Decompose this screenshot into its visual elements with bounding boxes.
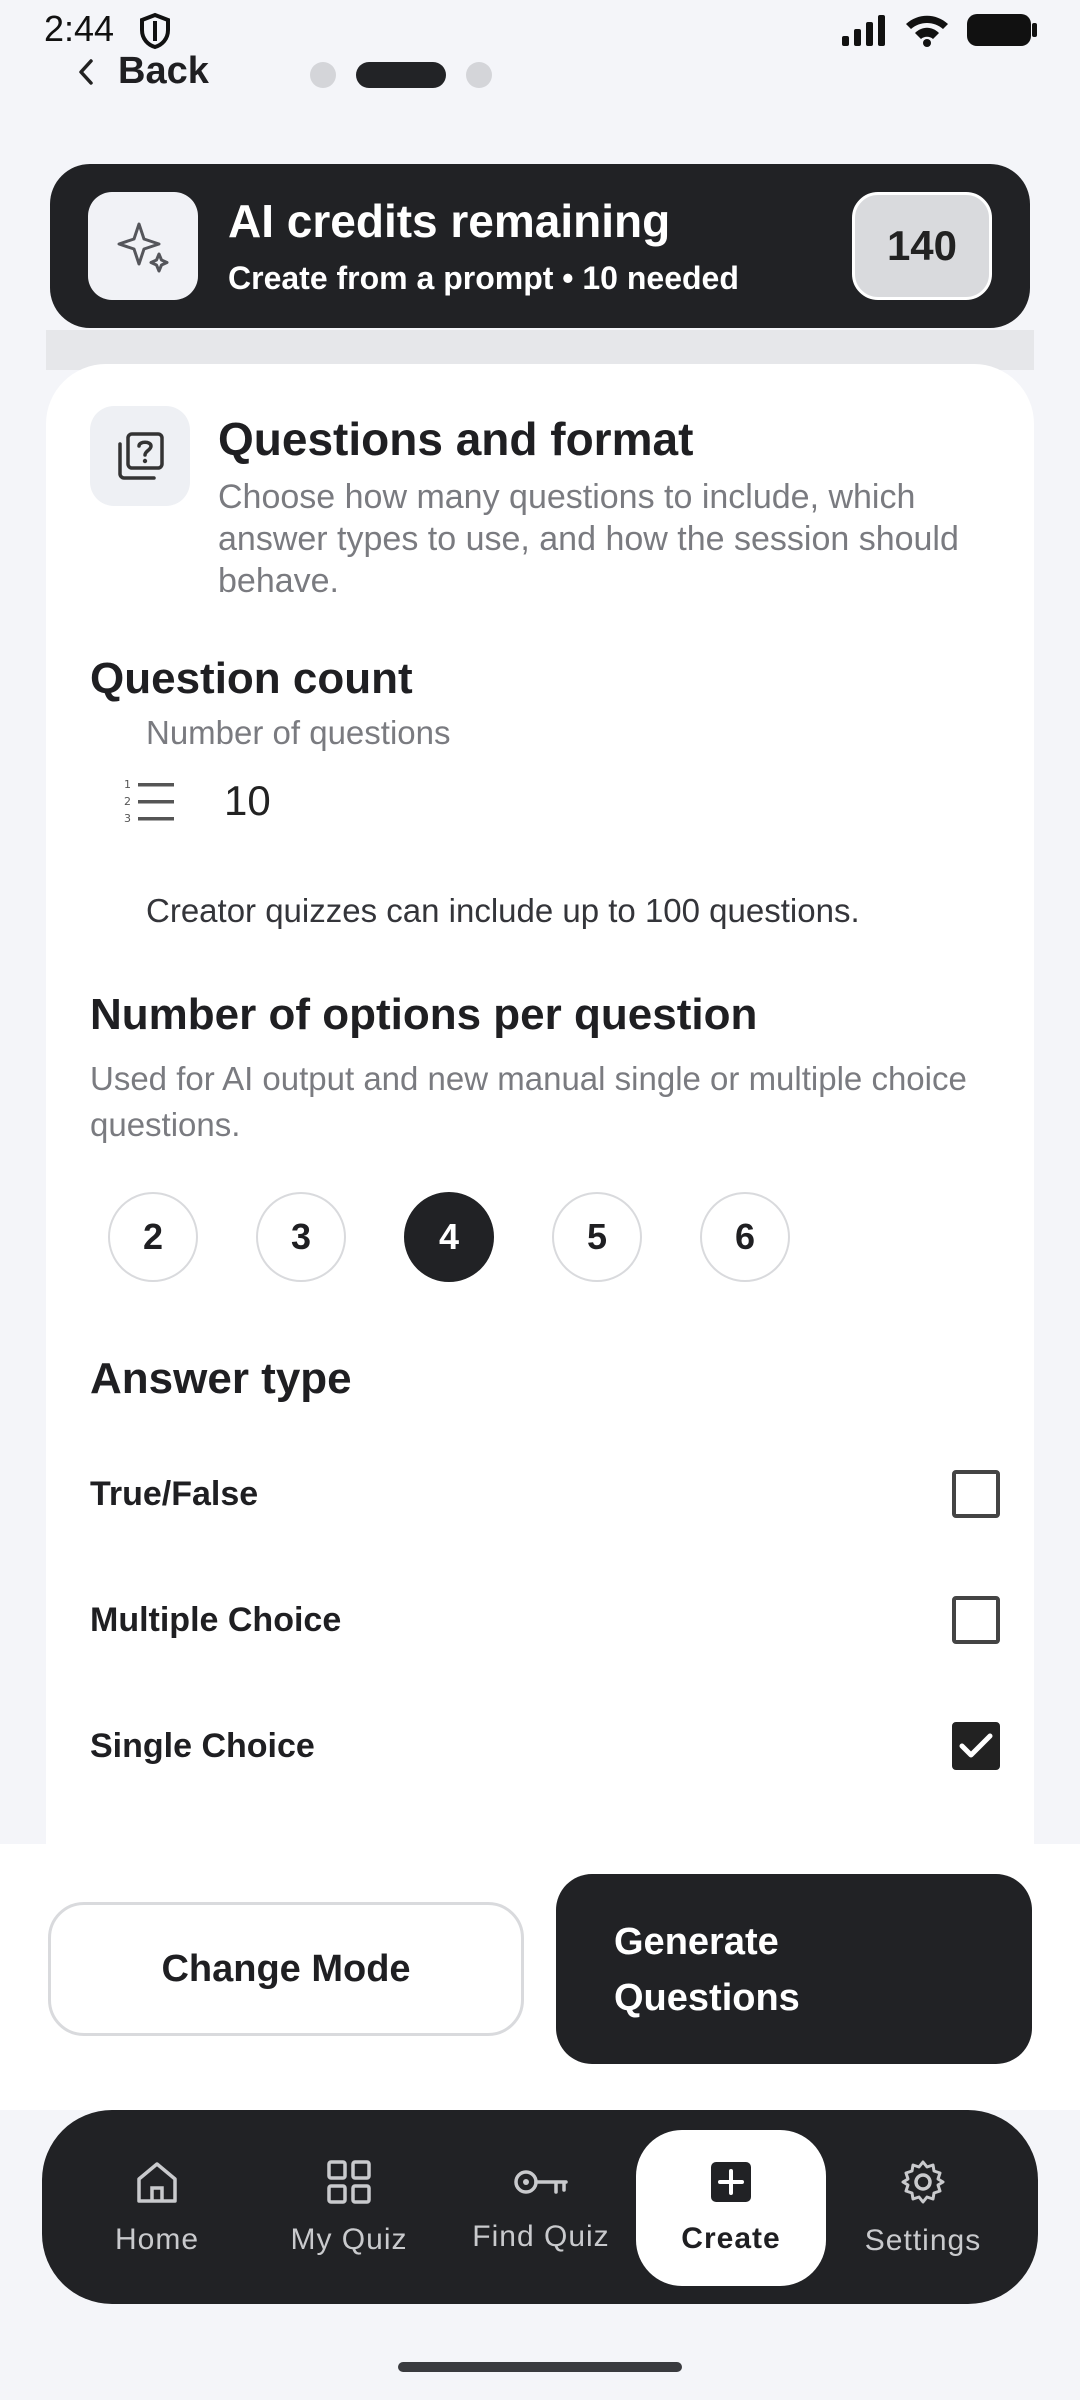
question-count-input[interactable]: 1 2 3 10: [122, 776, 271, 826]
step-current: [356, 62, 446, 88]
credits-icon-box: [88, 192, 198, 300]
options-description: Used for AI output and new manual single…: [90, 1060, 967, 1143]
step-dot: [466, 62, 492, 88]
credits-card: AI credits remaining Create from a promp…: [50, 164, 1030, 328]
home-icon: [137, 2162, 177, 2203]
question-count-label: Number of questions: [146, 714, 451, 751]
gear-icon: [901, 2160, 945, 2204]
credits-count-badge: 140: [852, 192, 992, 300]
answer-type-true-false[interactable]: True/False: [90, 1464, 1010, 1524]
svg-text:3: 3: [124, 812, 131, 825]
option-6[interactable]: 6: [700, 1192, 790, 1282]
nav-label: Create: [681, 2222, 781, 2255]
option-5[interactable]: 5: [552, 1192, 642, 1282]
step-progress: [310, 62, 492, 88]
nav-label: My Quiz: [290, 2223, 408, 2256]
key-icon: [514, 2170, 568, 2194]
question-count-heading: Question count: [90, 654, 413, 703]
svg-text:2: 2: [124, 795, 131, 808]
nav-label: Find Quiz: [472, 2220, 610, 2253]
option-3[interactable]: 3: [256, 1192, 346, 1282]
nav-my-quiz[interactable]: My Quiz: [254, 2130, 444, 2286]
credits-title: AI credits remaining: [228, 195, 671, 247]
plus-box-icon: [711, 2162, 751, 2202]
option-4[interactable]: 4: [404, 1192, 494, 1282]
grid-icon: [327, 2160, 371, 2204]
step-dot: [310, 62, 336, 88]
section-description: Choose how many questions to include, wh…: [218, 478, 959, 600]
quiz-icon: [118, 432, 164, 480]
generate-label-line1: Generate: [614, 1921, 779, 1963]
answer-type-label: Multiple Choice: [90, 1600, 342, 1639]
question-count-helper: Creator quizzes can include up to 100 qu…: [146, 892, 860, 929]
multiple-choice-checkbox[interactable]: [952, 1596, 1000, 1644]
sparkles-icon: [117, 222, 169, 273]
options-selector: 2 3 4 5 6: [108, 1192, 790, 1282]
options-heading: Number of options per question: [90, 990, 758, 1039]
status-time: 2:44: [44, 8, 115, 49]
option-2[interactable]: 2: [108, 1192, 198, 1282]
back-label: Back: [118, 50, 209, 92]
true-false-checkbox[interactable]: [952, 1470, 1000, 1518]
battery-icon: [967, 14, 1037, 46]
bottom-nav: Home My Quiz Find Quiz Create Settings: [42, 2110, 1038, 2304]
question-count-value: 10: [224, 777, 271, 824]
numbered-list-icon: 1 2 3: [124, 778, 174, 825]
answer-type-label: Single Choice: [90, 1726, 315, 1765]
nav-label: Home: [114, 2223, 200, 2256]
nav-find-quiz[interactable]: Find Quiz: [446, 2130, 636, 2286]
answer-type-multiple-choice[interactable]: Multiple Choice: [90, 1590, 1010, 1650]
wifi-icon: [906, 15, 948, 47]
nav-create[interactable]: Create: [636, 2130, 826, 2286]
answer-type-label: True/False: [90, 1474, 259, 1513]
home-indicator[interactable]: [398, 2362, 682, 2372]
svg-text:1: 1: [124, 778, 131, 791]
nav-label: Settings: [864, 2224, 982, 2257]
questions-format-card: Questions and format Choose how many que…: [46, 364, 1034, 1844]
shield-icon: [140, 12, 170, 50]
change-mode-button[interactable]: Change Mode: [48, 1902, 524, 2036]
chevron-left-icon: [79, 58, 93, 85]
section-title: Questions and format: [218, 413, 694, 465]
answer-type-single-choice[interactable]: Single Choice: [90, 1716, 1010, 1776]
credits-subtitle: Create from a prompt • 10 needed: [228, 260, 739, 296]
checkmark-icon: [959, 1733, 993, 1758]
signal-icon: [842, 15, 885, 46]
generate-label-line2: Questions: [614, 1977, 800, 2019]
answer-type-heading: Answer type: [90, 1354, 352, 1403]
single-choice-checkbox[interactable]: [952, 1722, 1000, 1770]
status-indicators: [840, 12, 1038, 48]
back-button[interactable]: Back: [76, 50, 209, 93]
generate-questions-button[interactable]: Generate Questions: [556, 1874, 1032, 2064]
nav-settings[interactable]: Settings: [828, 2130, 1018, 2286]
section-icon-box: [90, 406, 190, 506]
nav-home[interactable]: Home: [62, 2130, 252, 2286]
